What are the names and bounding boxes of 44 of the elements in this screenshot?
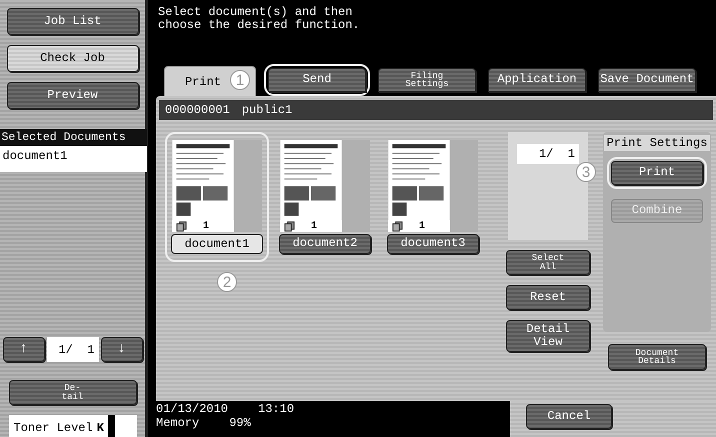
callout-number: 3	[576, 162, 596, 182]
selected-documents-title: Selected Documents	[0, 129, 146, 146]
box-number: 000000001	[165, 103, 230, 117]
memory-label: Memory	[156, 416, 200, 431]
sidebar-button[interactable]: Preview	[6, 82, 138, 109]
action-button[interactable]: Detail View	[506, 320, 590, 352]
scroll-down-button[interactable]: ↓	[100, 337, 142, 362]
document-button[interactable]: document2	[279, 234, 371, 254]
scroll-up-button[interactable]: ↑	[2, 337, 44, 362]
callout-number: 2	[217, 272, 237, 292]
selected-document-item[interactable]: document1	[0, 146, 146, 166]
copies-icon	[284, 220, 295, 232]
document-button[interactable]: document3	[387, 234, 479, 254]
page-number: 1/ 1	[46, 337, 98, 362]
toner-color-label: K	[96, 421, 104, 435]
instruction-text: Select document(s) and then choose the desired function.	[158, 6, 361, 32]
document-preview-drawing[interactable]	[388, 140, 450, 220]
cancel-button[interactable]: Cancel	[526, 404, 612, 429]
tab[interactable]: Send	[268, 68, 366, 92]
document-preview-drawing[interactable]	[280, 140, 342, 220]
time: 13:10	[258, 403, 294, 417]
sidebar-button[interactable]: Check Job	[6, 45, 138, 72]
sidebar-button[interactable]: Job List	[6, 8, 138, 35]
toner-level-label: Toner Level	[14, 421, 93, 435]
tab[interactable]: Save Document	[598, 68, 696, 92]
tab[interactable]: Application	[488, 68, 586, 92]
date: 01/13/2010	[156, 403, 228, 417]
print-settings-button[interactable]: Print	[611, 161, 703, 185]
document-button[interactable]: document1	[171, 234, 263, 254]
page-counter: 1/ 1	[517, 144, 579, 164]
document-details-button[interactable]: Document Details	[608, 344, 706, 370]
copy-count: 1	[311, 220, 318, 232]
box-name: public1	[242, 103, 292, 117]
copies-icon	[176, 220, 187, 232]
action-button[interactable]: Reset	[506, 285, 590, 310]
memory-value: 99%	[229, 416, 251, 431]
copies-icon	[392, 220, 403, 232]
copy-count: 1	[203, 220, 210, 232]
document-preview-drawing[interactable]	[172, 140, 234, 220]
print-settings-title: Print Settings	[604, 135, 710, 151]
tab[interactable]: Filing Settings	[378, 68, 476, 92]
copy-count: 1	[419, 220, 426, 232]
detail-button[interactable]: De- tail	[8, 380, 136, 405]
action-button[interactable]: Select All	[506, 250, 590, 275]
